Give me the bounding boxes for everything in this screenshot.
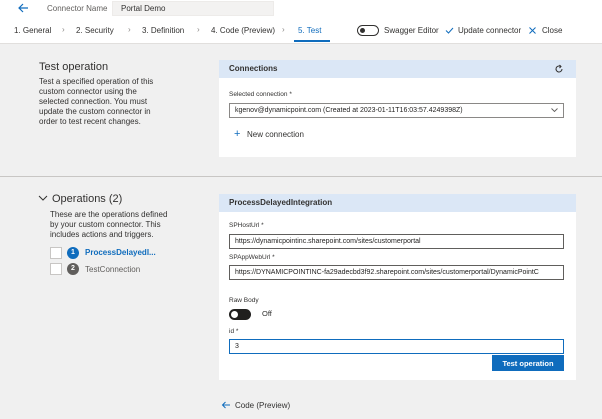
raw-body-label: Raw Body bbox=[229, 297, 259, 304]
connector-name-label: Connector Name bbox=[47, 4, 108, 13]
raw-body-state: Off bbox=[262, 309, 272, 318]
test-operation-title: Test operation bbox=[39, 61, 109, 73]
toggle-knob bbox=[231, 311, 238, 318]
sphost-url-label: SPHostUrl * bbox=[229, 222, 264, 229]
chevron-down-icon[interactable] bbox=[38, 195, 48, 202]
spapp-web-url-input[interactable]: https://DYNAMICPOINTINC-fa29adecbd3f92.s… bbox=[229, 265, 564, 280]
wizard-step-bar: 1. General › 2. Security › 3. Definition… bbox=[0, 17, 602, 44]
operation-label: TestConnection bbox=[85, 265, 141, 274]
chevron-right-icon: › bbox=[197, 25, 200, 34]
operation-form-card: ProcessDelayedIntegration SPHostUrl * ht… bbox=[219, 194, 576, 380]
step-code-preview[interactable]: 4. Code (Preview) bbox=[211, 26, 275, 35]
swagger-editor-label: Swagger Editor bbox=[384, 26, 439, 35]
chevron-right-icon: › bbox=[128, 25, 131, 34]
connector-name-input[interactable]: Portal Demo bbox=[112, 1, 274, 16]
test-operation-description: Test a specified operation of this custo… bbox=[39, 77, 153, 127]
id-input[interactable]: 3 bbox=[229, 339, 564, 354]
back-to-code-preview-link[interactable]: Code (Preview) bbox=[235, 401, 290, 410]
new-connection-button[interactable]: New connection bbox=[247, 130, 304, 139]
description-line: selected connection. You must bbox=[39, 97, 148, 106]
operation-checkbox[interactable] bbox=[50, 247, 62, 259]
sphost-url-input[interactable]: https://dynamicpointinc.sharepoint.com/s… bbox=[229, 234, 564, 249]
plus-icon: + bbox=[234, 128, 241, 140]
swagger-editor-toggle[interactable] bbox=[357, 25, 379, 36]
selected-connection-dropdown[interactable]: kgenov@dynamicpoint.com (Created at 2023… bbox=[229, 103, 564, 118]
toggle-knob bbox=[360, 28, 365, 33]
update-connector-button[interactable]: Update connector bbox=[458, 26, 521, 35]
operations-description: These are the operations defined by your… bbox=[50, 210, 167, 240]
operations-title[interactable]: Operations (2) bbox=[52, 193, 122, 205]
description-line: custom connector using the bbox=[39, 87, 137, 96]
close-icon[interactable] bbox=[528, 26, 537, 35]
step-security[interactable]: 2. Security bbox=[76, 26, 114, 35]
test-operation-button[interactable]: Test operation bbox=[492, 355, 564, 371]
connections-header: Connections bbox=[219, 60, 576, 78]
close-button[interactable]: Close bbox=[542, 26, 562, 35]
chevron-right-icon: › bbox=[62, 25, 65, 34]
chevron-right-icon: › bbox=[282, 25, 285, 34]
raw-body-toggle[interactable] bbox=[229, 309, 251, 320]
step-definition[interactable]: 3. Definition bbox=[142, 26, 184, 35]
description-line: update the custom connector in bbox=[39, 107, 151, 116]
section-divider bbox=[0, 176, 602, 177]
spapp-web-url-label: SPAppWebUrl * bbox=[229, 254, 275, 261]
description-line: includes actions and triggers. bbox=[50, 230, 154, 239]
checkmark-icon bbox=[445, 27, 454, 34]
selected-connection-value: kgenov@dynamicpoint.com (Created at 2023… bbox=[235, 107, 463, 114]
operation-label: ProcessDelayedI... bbox=[85, 248, 156, 257]
description-line: Test a specified operation of this bbox=[39, 77, 154, 86]
connections-card: Connections Selected connection * kgenov… bbox=[219, 60, 576, 157]
top-bar: Connector Name Portal Demo bbox=[0, 0, 602, 17]
refresh-icon[interactable] bbox=[554, 64, 564, 74]
step-general[interactable]: 1. General bbox=[14, 26, 51, 35]
back-arrow-icon bbox=[221, 401, 230, 409]
operation-number-badge: 1 bbox=[67, 247, 79, 259]
operation-checkbox[interactable] bbox=[50, 263, 62, 275]
operation-form-header: ProcessDelayedIntegration bbox=[219, 194, 576, 212]
back-arrow-icon[interactable] bbox=[16, 1, 30, 15]
description-line: by your custom connector. This bbox=[50, 220, 161, 229]
chevron-down-icon bbox=[551, 108, 558, 113]
operation-item-process-delayed[interactable]: 1 ProcessDelayedI... bbox=[50, 246, 210, 260]
description-line: order to test recent changes. bbox=[39, 117, 141, 126]
id-label: id * bbox=[229, 328, 239, 335]
active-step-indicator bbox=[294, 40, 330, 42]
description-line: These are the operations defined bbox=[50, 210, 168, 219]
step-test[interactable]: 5. Test bbox=[298, 26, 321, 35]
operation-item-test-connection[interactable]: 2 TestConnection bbox=[50, 262, 210, 276]
selected-connection-label: Selected connection * bbox=[229, 91, 292, 98]
operation-number-badge: 2 bbox=[67, 263, 79, 275]
